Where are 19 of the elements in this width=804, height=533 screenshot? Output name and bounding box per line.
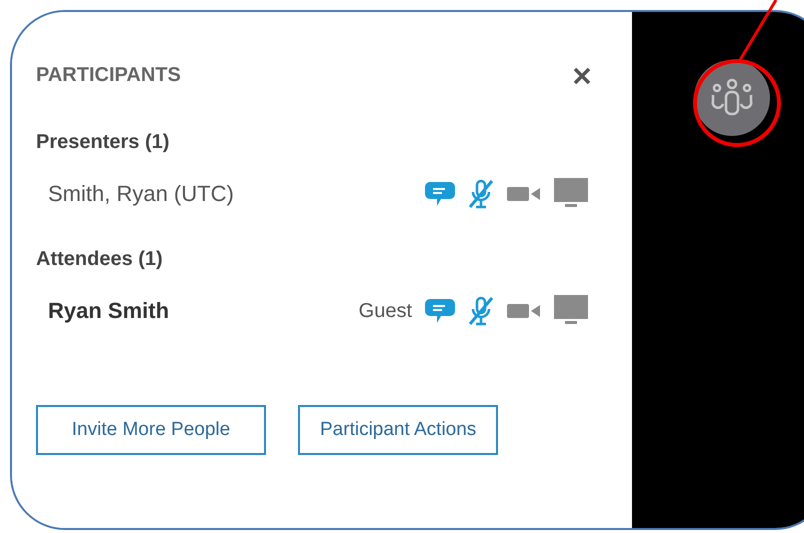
video-camera-icon[interactable] (507, 301, 541, 321)
panel-button[interactable]: Participant Actions (298, 405, 498, 455)
participants-button[interactable] (694, 60, 770, 136)
chat-bubble-icon[interactable] (425, 297, 455, 325)
panel-button[interactable]: Invite More People (36, 405, 266, 455)
group-heading: Presenters (1) (36, 131, 170, 154)
video-camera-icon[interactable] (507, 184, 541, 204)
panel-title: PARTICIPANTS (36, 64, 181, 87)
monitor-icon[interactable] (554, 295, 588, 327)
muted-microphone-icon[interactable] (468, 296, 494, 326)
muted-microphone-icon[interactable] (468, 179, 494, 209)
close-icon[interactable] (572, 66, 592, 86)
monitor-icon[interactable] (554, 178, 588, 210)
participant-name[interactable]: Smith, Ryan (UTC) (48, 181, 412, 207)
group-heading: Attendees (1) (36, 248, 164, 271)
participant-name[interactable]: Ryan Smith (48, 298, 346, 324)
people-icon (710, 78, 754, 118)
chat-bubble-icon[interactable] (425, 180, 455, 208)
participant-role: Guest (358, 300, 412, 322)
